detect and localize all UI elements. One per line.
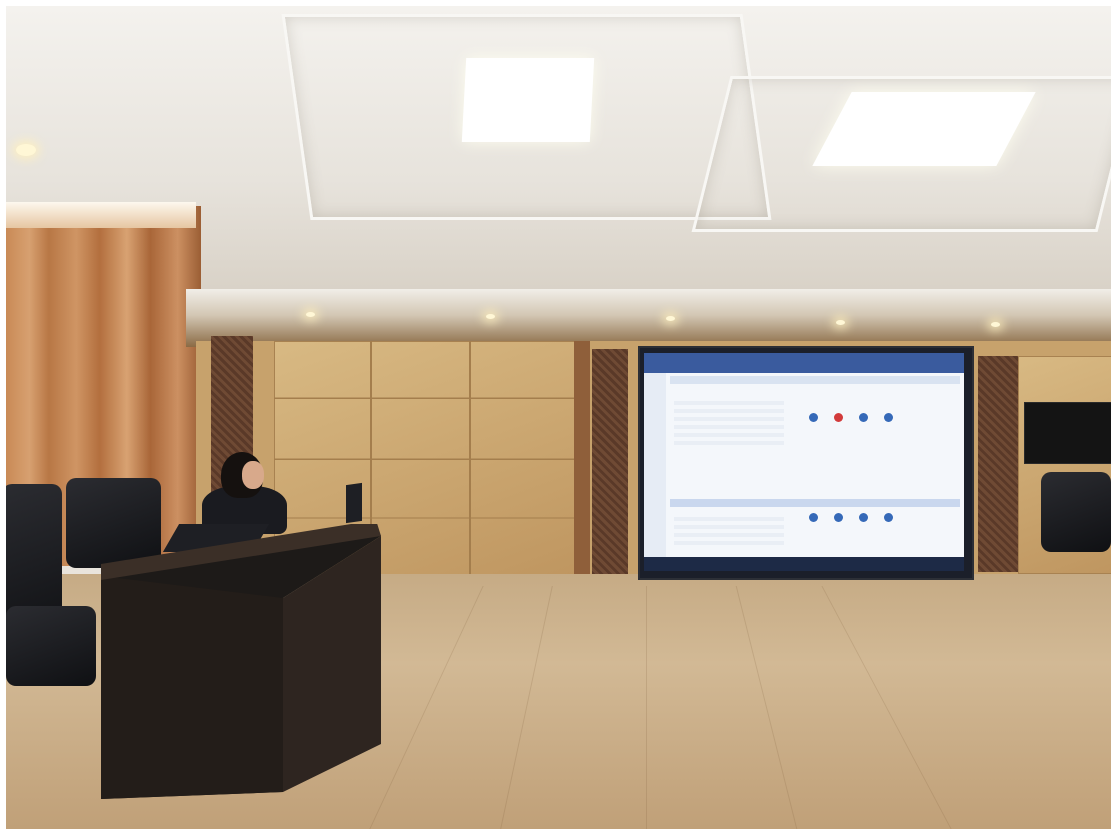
screen-row <box>674 417 784 421</box>
screen-status-icon <box>809 413 818 422</box>
office-chair-right <box>1041 472 1111 552</box>
screen-row <box>674 425 784 429</box>
soffit-downlight <box>836 320 845 325</box>
screen-toolbar <box>670 376 960 384</box>
screen-status-icon <box>859 513 868 522</box>
screen-row <box>674 433 784 437</box>
soffit-downlight <box>666 316 675 321</box>
presenter-desk <box>101 524 381 799</box>
office-chair-seat <box>6 606 96 686</box>
wall-pillar-right <box>978 356 1018 572</box>
screen-row <box>674 409 784 413</box>
ceiling-soffit <box>186 289 1111 347</box>
led-display-screen <box>644 353 964 571</box>
screen-status-icon <box>884 413 893 422</box>
ceiling-downlight <box>16 144 36 156</box>
screen-status-icon <box>884 513 893 522</box>
wall-pillar-center <box>592 349 628 579</box>
screen-row <box>674 441 784 445</box>
screen-row <box>674 541 784 545</box>
screen-row <box>674 401 784 405</box>
screen-taskbar <box>644 557 964 571</box>
soffit-downlight <box>306 312 315 317</box>
conference-room-photo <box>6 6 1111 829</box>
screen-status-icon <box>859 413 868 422</box>
ceiling-light-panel-right <box>812 92 1036 166</box>
laptop-screen <box>346 482 362 524</box>
soffit-downlight <box>486 314 495 319</box>
screen-app-header <box>644 353 964 373</box>
wall-trim <box>574 341 590 579</box>
screen-status-icon <box>809 513 818 522</box>
floor-plank-line <box>646 586 647 829</box>
screen-status-icon <box>834 413 843 422</box>
screen-row <box>674 533 784 537</box>
screen-status-icon <box>834 513 843 522</box>
screen-row <box>674 525 784 529</box>
ceiling-light-panel-left <box>461 58 595 142</box>
presenter-face <box>242 461 264 489</box>
screen-section-header <box>670 499 960 507</box>
screen-app-sidebar <box>644 373 666 557</box>
curtain-valance <box>6 202 196 228</box>
wall-mounted-tv <box>1024 402 1111 464</box>
screen-row <box>674 517 784 521</box>
soffit-downlight <box>991 322 1000 327</box>
